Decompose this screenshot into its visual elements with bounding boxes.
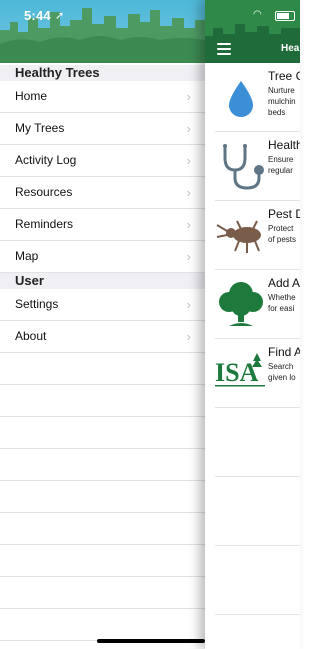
page-title: Hea <box>281 43 300 54</box>
card-description: Ensure regular <box>268 155 294 175</box>
menu-item-label: Home <box>15 89 48 103</box>
empty-row <box>0 577 205 609</box>
menu-item-label: About <box>15 329 47 343</box>
empty-card-row <box>215 477 300 546</box>
menu-item-label: Resources <box>15 185 73 199</box>
empty-row <box>0 545 205 577</box>
hamburger-menu-icon[interactable] <box>217 43 231 55</box>
card-title: Tree C <box>268 69 300 83</box>
chevron-right-icon: › <box>186 329 191 344</box>
card-title: Find A <box>268 345 300 359</box>
menu-item-label: My Trees <box>15 121 65 135</box>
empty-row <box>0 449 205 481</box>
card-description: Nurture mulchin beds <box>268 86 296 117</box>
beetle-icon <box>216 220 261 253</box>
card-pest[interactable]: Pest D Protect of pests <box>215 201 300 270</box>
chevron-right-icon: › <box>186 249 191 264</box>
empty-card-row <box>215 546 300 615</box>
wifi-icon: ◠ <box>253 9 262 20</box>
menu-item-label: Map <box>15 249 39 263</box>
menu-item-home[interactable]: Home › <box>0 81 205 113</box>
menu-item-reminders[interactable]: Reminders › <box>0 209 205 241</box>
section-header-user: User <box>0 273 205 289</box>
menu-item-my-trees[interactable]: My Trees › <box>0 113 205 145</box>
battery-icon <box>275 11 295 21</box>
section-header-healthy-trees: Healthy Trees <box>0 65 205 81</box>
home-indicator[interactable] <box>97 639 205 643</box>
stethoscope-icon <box>223 144 264 190</box>
drawer-header: 5:44 ➚ <box>0 0 205 63</box>
main-header: ◠ Hea <box>205 0 300 63</box>
card-description: Search given lo <box>268 362 296 382</box>
empty-row <box>0 417 205 449</box>
card-title: Add A <box>268 276 300 290</box>
menu-item-label: Reminders <box>15 217 74 231</box>
card-health[interactable]: Health Ensure regular <box>215 132 300 201</box>
main-content-panel: ◠ Hea Tree C Nurture mulchin beds Health… <box>205 0 300 649</box>
chevron-right-icon: › <box>186 297 191 312</box>
chevron-right-icon: › <box>186 89 191 104</box>
chevron-right-icon: › <box>186 121 191 136</box>
card-title: Health <box>268 138 300 152</box>
empty-card-row <box>215 408 300 477</box>
card-tree-care[interactable]: Tree C Nurture mulchin beds <box>215 63 300 132</box>
navigation-drawer: 5:44 ➚ Healthy Trees Home › My Trees › A… <box>0 0 205 649</box>
empty-row <box>0 609 205 641</box>
isa-logo-icon: ISA <box>215 353 265 387</box>
menu-item-map[interactable]: Map › <box>0 241 205 273</box>
menu-item-label: Activity Log <box>15 153 77 167</box>
card-description: Protect of pests <box>268 224 297 244</box>
chevron-right-icon: › <box>186 185 191 200</box>
chevron-right-icon: › <box>186 217 191 232</box>
location-arrow-icon: ➚ <box>55 10 65 22</box>
chevron-right-icon: › <box>186 153 191 168</box>
status-time: 5:44 <box>24 8 51 23</box>
tree-icon <box>219 282 263 326</box>
menu-item-about[interactable]: About › <box>0 321 205 353</box>
empty-row <box>0 481 205 513</box>
card-description: Whethe for easi <box>268 293 296 313</box>
menu-item-label: Settings <box>15 297 59 311</box>
empty-row <box>0 385 205 417</box>
svg-text:ISA: ISA <box>215 358 259 387</box>
card-find-arborist[interactable]: ISA Find A Search given lo <box>215 339 300 408</box>
empty-row <box>0 513 205 545</box>
menu-item-settings[interactable]: Settings › <box>0 289 205 321</box>
water-drop-icon <box>229 81 253 117</box>
menu-item-resources[interactable]: Resources › <box>0 177 205 209</box>
empty-row <box>0 353 205 385</box>
card-title: Pest D <box>268 207 300 221</box>
card-add-tree[interactable]: Add A Whethe for easi <box>215 270 300 339</box>
menu-item-activity-log[interactable]: Activity Log › <box>0 145 205 177</box>
